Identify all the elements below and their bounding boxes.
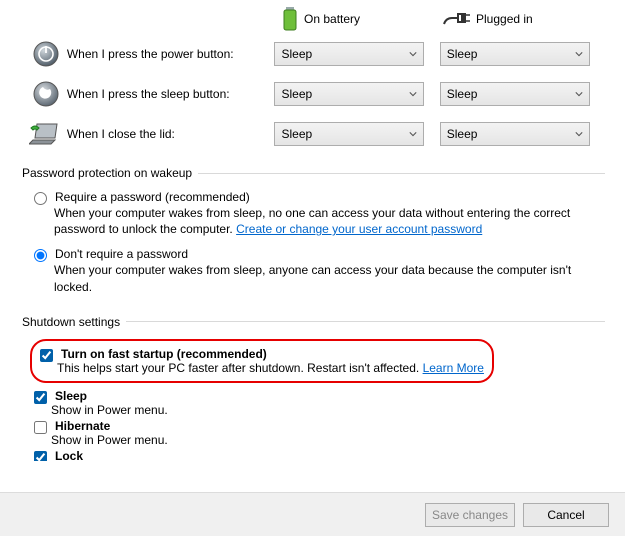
- lock-label: Lock: [55, 449, 83, 461]
- save-changes-button[interactable]: Save changes: [425, 503, 515, 527]
- lock-checkbox[interactable]: [34, 451, 47, 461]
- footer-bar: Save changes Cancel: [0, 492, 625, 536]
- battery-column-header: On battery: [282, 7, 442, 31]
- power-button-plugged-dropdown[interactable]: Sleep: [440, 42, 590, 66]
- hibernate-label: Hibernate: [55, 419, 168, 433]
- chevron-down-icon: [409, 90, 417, 98]
- power-button-battery-dropdown[interactable]: Sleep: [274, 42, 424, 66]
- plugged-column-header: Plugged in: [442, 10, 602, 28]
- chevron-down-icon: [575, 90, 583, 98]
- dont-require-password-radio[interactable]: [34, 249, 47, 262]
- fast-startup-checkbox[interactable]: [40, 349, 53, 362]
- lid-row: When I close the lid: Sleep Sleep: [20, 114, 605, 154]
- password-protection-legend: Password protection on wakeup: [20, 166, 198, 180]
- lid-label: When I close the lid:: [67, 127, 275, 141]
- lid-icon: [20, 122, 67, 146]
- sleep-button-label: When I press the sleep button:: [67, 87, 275, 101]
- chevron-down-icon: [409, 130, 417, 138]
- dont-require-password-label: Don't require a password: [55, 247, 188, 261]
- require-password-label: Require a password (recommended): [55, 190, 250, 204]
- power-button-row: When I press the power button: Sleep Sle…: [20, 34, 605, 74]
- sleep-desc: Show in Power menu.: [51, 403, 168, 417]
- require-password-desc: When your computer wakes from sleep, no …: [20, 205, 605, 245]
- sleep-button-plugged-dropdown[interactable]: Sleep: [440, 82, 590, 106]
- sleep-checkbox[interactable]: [34, 391, 47, 404]
- shutdown-settings-legend: Shutdown settings: [20, 315, 126, 329]
- power-icon: [20, 41, 67, 67]
- power-button-label: When I press the power button:: [67, 47, 275, 61]
- create-password-link[interactable]: Create or change your user account passw…: [236, 222, 482, 236]
- chevron-down-icon: [575, 50, 583, 58]
- column-headers: On battery Plugged in: [20, 0, 605, 34]
- fast-startup-desc: This helps start your PC faster after sh…: [57, 361, 484, 375]
- chevron-down-icon: [575, 130, 583, 138]
- require-password-radio[interactable]: [34, 192, 47, 205]
- shutdown-settings-group: Shutdown settings Turn on fast startup (…: [20, 315, 605, 461]
- sleep-label: Sleep: [55, 389, 168, 403]
- hibernate-desc: Show in Power menu.: [51, 433, 168, 447]
- fast-startup-highlight: Turn on fast startup (recommended) This …: [30, 339, 494, 383]
- sleep-icon: [20, 81, 67, 107]
- fast-startup-label: Turn on fast startup (recommended): [61, 347, 484, 361]
- lid-plugged-dropdown[interactable]: Sleep: [440, 122, 590, 146]
- battery-icon: [282, 7, 298, 31]
- dont-require-password-desc: When your computer wakes from sleep, any…: [20, 262, 605, 302]
- password-protection-group: Password protection on wakeup Require a …: [20, 166, 605, 303]
- chevron-down-icon: [409, 50, 417, 58]
- sleep-button-battery-dropdown[interactable]: Sleep: [274, 82, 424, 106]
- learn-more-link[interactable]: Learn More: [423, 361, 484, 375]
- cancel-button[interactable]: Cancel: [523, 503, 609, 527]
- hibernate-checkbox[interactable]: [34, 421, 47, 434]
- sleep-button-row: When I press the sleep button: Sleep Sle…: [20, 74, 605, 114]
- plug-icon: [442, 10, 470, 28]
- lid-battery-dropdown[interactable]: Sleep: [274, 122, 424, 146]
